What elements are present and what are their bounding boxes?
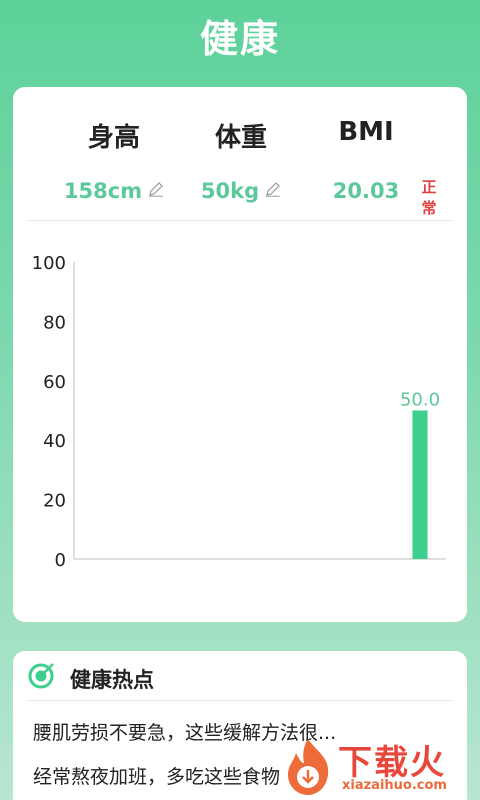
target-icon bbox=[28, 663, 54, 689]
hot-divider bbox=[27, 700, 453, 701]
stats-card: 身高 158cm 体重 50kg BMI 20.03 正常 0 20 40 60… bbox=[13, 87, 467, 622]
y-tick-label: 100 bbox=[32, 253, 66, 274]
height-value: 158cm bbox=[63, 179, 143, 203]
stats-divider bbox=[27, 220, 453, 221]
y-tick-label: 80 bbox=[43, 312, 66, 333]
y-tick-label: 0 bbox=[55, 550, 66, 567]
bmi-status-badge: 正常 bbox=[421, 178, 437, 217]
hot-title: 健康热点 bbox=[70, 668, 154, 692]
bmi-stat: BMI 20.03 正常 bbox=[291, 87, 441, 222]
watermark-text: 下载火 bbox=[338, 743, 446, 783]
bmi-value: 20.03 bbox=[332, 179, 400, 203]
y-tick-label: 60 bbox=[43, 372, 66, 393]
y-tick-label: 40 bbox=[43, 431, 66, 452]
weight-value: 50kg bbox=[200, 179, 260, 203]
weight-bar-chart: 0 20 40 60 80 100 50.0 bbox=[32, 253, 446, 567]
bar-data-label: 50.0 bbox=[400, 390, 440, 411]
watermark: 下载火 xiazaihuo.com bbox=[278, 731, 478, 800]
hot-header: 健康热点 bbox=[13, 651, 467, 701]
stats-grid: 身高 158cm 体重 50kg BMI 20.03 正常 bbox=[13, 87, 467, 222]
bmi-label: BMI bbox=[338, 117, 394, 147]
bar bbox=[412, 410, 428, 559]
flame-logo-icon bbox=[288, 739, 329, 795]
pencil-icon[interactable] bbox=[265, 181, 281, 197]
watermark-url: xiazaihuo.com bbox=[342, 778, 447, 793]
page-title: 健康 bbox=[199, 17, 280, 61]
pencil-icon[interactable] bbox=[148, 181, 164, 197]
y-tick-label: 20 bbox=[43, 491, 66, 512]
news-item[interactable]: 经常熬夜加班，多吃这些食物 bbox=[33, 762, 280, 789]
